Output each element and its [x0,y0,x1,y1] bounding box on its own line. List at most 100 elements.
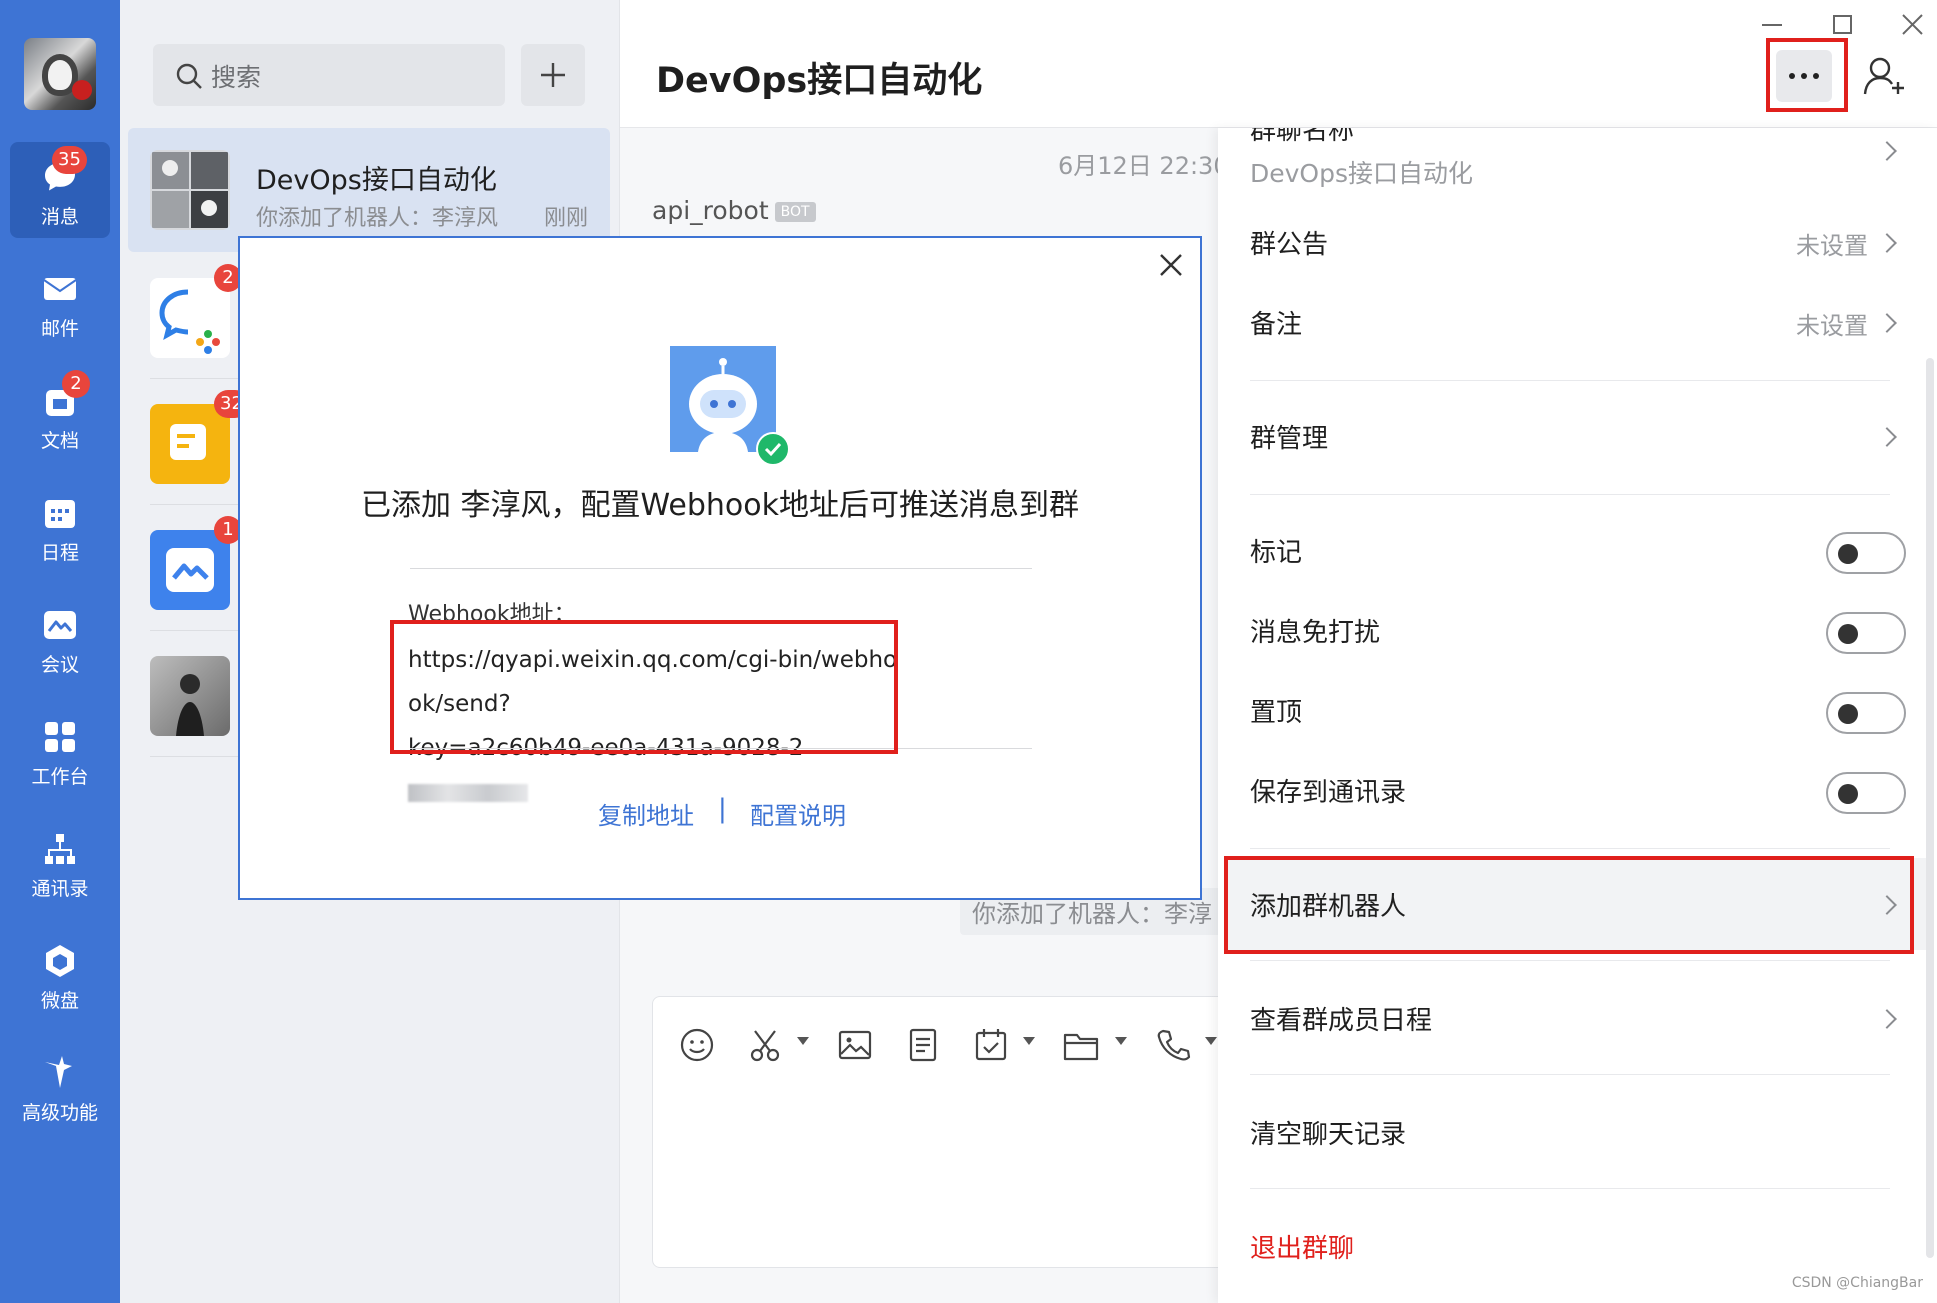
highlight-add-robot [1224,856,1914,954]
highlight-more-button [1766,38,1848,112]
nav-label-calendar: 日程 [40,542,79,564]
user-avatar[interactable] [24,38,96,110]
drive-icon [46,945,74,977]
minimize-icon[interactable] [1752,10,1792,40]
schedule-icon[interactable] [969,1023,1013,1067]
dialog-title: 已添加 李淳风，配置Webhook地址后可推送消息到群 [360,488,1080,523]
contact-avatar [150,656,230,736]
mute-toggle[interactable] [1826,612,1906,654]
redacted-key [408,783,528,802]
save-contacts-label: 保存到通讯录 [1250,778,1407,808]
highlight-webhook-url [390,620,898,754]
announcement-value: 未设置 [1796,232,1868,260]
mark-label: 标记 [1250,538,1303,568]
notes-app-avatar [150,404,230,484]
manage-label: 群管理 [1250,424,1329,454]
chevron-right-icon [1877,313,1897,333]
chevron-right-icon [1877,1009,1897,1029]
meeting-app-avatar [150,530,230,610]
phone-icon[interactable] [1151,1023,1195,1067]
nav-item-calendar[interactable]: 日程 [10,478,110,574]
add-member-icon[interactable] [1862,54,1908,98]
nav-label-workbench: 工作台 [31,766,89,788]
pin-label: 置顶 [1250,698,1303,728]
screenshot-scissors-icon[interactable] [743,1023,787,1067]
conversation-preview: 你添加了机器人：李淳风 [256,206,499,231]
conversation-name: DevOps接口自动化 [256,165,497,196]
save-contacts-toggle[interactable] [1826,772,1906,814]
copy-address-link[interactable]: 复制地址 [598,796,694,831]
chevron-right-icon [1877,233,1897,253]
panel-scrollbar[interactable] [1926,358,1934,1258]
nav-label-advanced: 高级功能 [21,1102,98,1124]
chevron-down-icon[interactable] [797,1037,809,1045]
note-icon[interactable] [901,1023,945,1067]
group-name-label: 群聊名称 [1250,128,1355,146]
search-icon [176,63,202,89]
nav-item-messages[interactable]: 35 消息 [10,142,110,238]
search-input[interactable]: 搜索 [153,44,505,106]
meeting-icon [44,611,76,639]
chevron-right-icon[interactable] [1877,141,1897,161]
search-placeholder: 搜索 [211,63,262,92]
nav-item-advanced[interactable]: 高级功能 [10,1038,110,1134]
workbench-icon [45,722,75,752]
maximize-icon[interactable] [1822,10,1862,40]
calendar-icon [45,500,75,528]
conversation-time: 刚刚 [543,206,588,231]
chat-title: DevOps接口自动化 [656,61,983,101]
chat-header: DevOps接口自动化 [620,0,1937,128]
folder-icon[interactable] [1059,1023,1103,1067]
sender-name: api_robot [652,196,769,225]
nav-item-workbench[interactable]: 工作台 [10,702,110,798]
left-nav: 35 消息 邮件 2 文档 日程 会议 工作台 通讯录 微盘 高级功能 [0,0,120,1303]
group-avatar [150,150,230,230]
chevron-down-icon[interactable] [1205,1037,1217,1045]
remark-value: 未设置 [1796,312,1868,340]
nav-label-docs: 文档 [40,430,79,452]
messages-badge: 35 [52,146,87,174]
announcement-label: 群公告 [1250,230,1329,260]
emoji-icon[interactable] [675,1023,719,1067]
create-button[interactable] [521,44,585,106]
nav-label-drive: 微盘 [40,990,79,1012]
mute-label: 消息免打扰 [1250,618,1381,648]
image-icon[interactable] [833,1023,877,1067]
chevron-down-icon[interactable] [1023,1037,1035,1045]
group-name-value: DevOps接口自动化 [1250,159,1473,188]
conversation-item-devops[interactable]: DevOps接口自动化 你添加了机器人：李淳风 刚刚 [128,128,610,252]
nav-item-contacts[interactable]: 通讯录 [10,814,110,910]
robot-avatar [670,346,790,466]
wecom-chat-avatar [150,278,230,358]
nav-item-drive[interactable]: 微盘 [10,926,110,1022]
nav-label-contacts: 通讯录 [31,878,89,900]
nav-item-mail[interactable]: 邮件 [10,254,110,350]
exit-group-button[interactable]: 退出群聊 [1250,1228,1354,1265]
watermark: CSDN @ChiangBar [1791,1275,1923,1291]
close-window-icon[interactable] [1892,10,1932,40]
config-help-link[interactable]: 配置说明 [750,796,846,831]
nav-label-meeting: 会议 [40,654,79,676]
chevron-down-icon[interactable] [1115,1037,1127,1045]
member-schedule-label: 查看群成员日程 [1250,1006,1433,1036]
add-robot-dialog: 已添加 李淳风，配置Webhook地址后可推送消息到群 Webhook地址： h… [238,236,1202,900]
nav-item-docs[interactable]: 2 文档 [10,366,110,462]
plus-icon [541,63,565,87]
contacts-icon [45,834,75,864]
close-icon[interactable] [1156,250,1186,280]
pin-toggle[interactable] [1826,692,1906,734]
mark-toggle[interactable] [1826,532,1906,574]
chevron-right-icon [1877,427,1897,447]
nav-label-mail: 邮件 [40,318,79,340]
message-timestamp: 6月12日 22:30 [1058,152,1229,180]
link-separator: | [718,794,727,824]
message-sender: api_robot BOT [652,196,816,225]
mail-icon [43,278,77,300]
group-settings-panel: 群聊名称 DevOps接口自动化 群公告 未设置 备注 未设置 群管理 标记 消… [1218,128,1937,1303]
nav-item-meeting[interactable]: 会议 [10,590,110,686]
docs-badge: 2 [62,370,90,398]
bot-tag: BOT [774,202,816,222]
sparkle-icon [45,1056,72,1088]
check-circle-icon [756,432,790,466]
clear-history-button[interactable]: 清空聊天记录 [1250,1114,1406,1151]
